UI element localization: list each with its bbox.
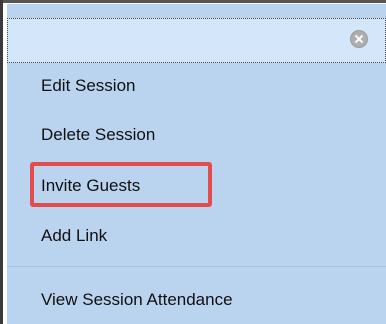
menu-item-delete-session[interactable]: Delete Session [41, 125, 155, 145]
menu-divider [7, 266, 386, 267]
menu-item-add-link[interactable]: Add Link [41, 226, 107, 246]
menu-header [7, 18, 386, 63]
screenshot-canvas: Edit Session Delete Session Invite Guest… [0, 0, 386, 324]
menu-item-view-session-attendance[interactable]: View Session Attendance [41, 290, 233, 310]
window-top-edge [0, 0, 386, 3]
session-context-menu: Edit Session Delete Session Invite Guest… [7, 4, 386, 324]
close-icon[interactable] [350, 30, 368, 48]
window-left-border [0, 0, 3, 324]
menu-item-edit-session[interactable]: Edit Session [41, 76, 136, 96]
highlight-annotation-box [30, 162, 212, 207]
